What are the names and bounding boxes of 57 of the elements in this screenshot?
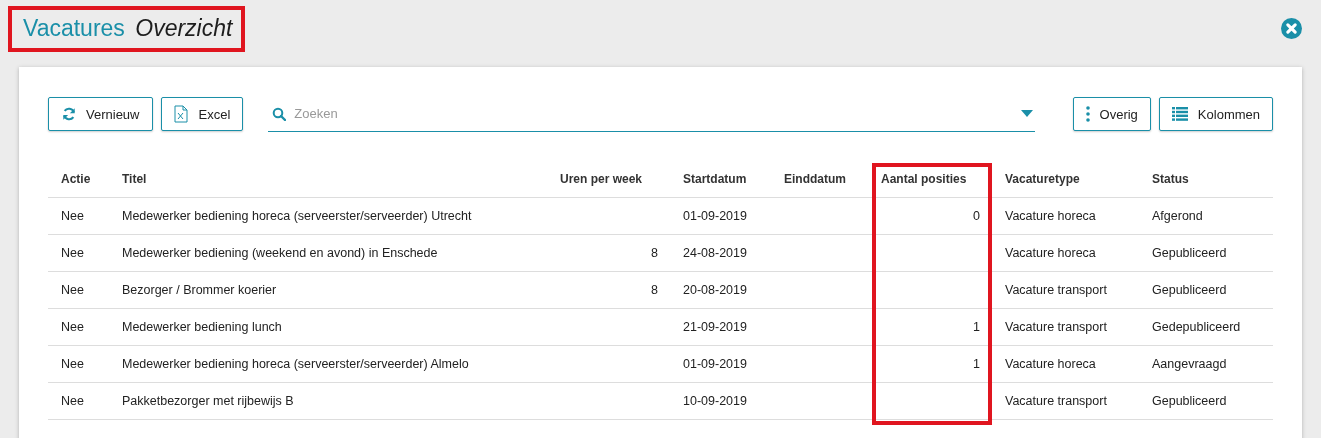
table-cell: Afgerond	[1152, 209, 1203, 223]
vertical-dots-icon	[1085, 106, 1090, 122]
table-cell: 0	[973, 209, 980, 223]
search-input[interactable]: Zoeken	[292, 105, 1015, 122]
spreadsheet-file-icon	[174, 105, 189, 123]
column-header[interactable]: Einddatum	[771, 172, 868, 186]
more-button[interactable]: Overig	[1072, 97, 1151, 131]
dropdown-caret-icon[interactable]	[1020, 110, 1033, 117]
table-cell: 8	[651, 283, 658, 297]
table-cell: Nee	[61, 209, 84, 223]
table-cell: Vacature horeca	[1005, 246, 1096, 260]
column-header[interactable]: Vacaturetype	[992, 172, 1139, 186]
table-cell: Gepubliceerd	[1152, 246, 1227, 260]
table-cell: 24-08-2019	[683, 246, 747, 260]
table-cell: Nee	[61, 283, 84, 297]
table-cell: Medewerker bediening (weekend en avond) in Enschede	[122, 246, 438, 260]
search-icon	[272, 106, 287, 121]
table-cell: Vacature transport	[1005, 320, 1107, 334]
table-cell: 1	[973, 357, 980, 371]
column-header[interactable]: Actie	[48, 172, 109, 186]
table-cell: Gepubliceerd	[1152, 394, 1227, 408]
table-cell: Nee	[61, 357, 84, 371]
table-cell: Nee	[61, 246, 84, 260]
column-header[interactable]: Aantal posities	[868, 172, 992, 186]
table-cell: 20-08-2019	[683, 283, 747, 297]
table-cell: 01-09-2019	[683, 209, 747, 223]
list-icon	[1171, 107, 1188, 121]
table-cell: 1	[973, 320, 980, 334]
column-header[interactable]: Uren per week	[547, 172, 670, 186]
table-cell: Aangevraagd	[1152, 357, 1227, 371]
table-cell: Bezorger / Brommer koerier	[122, 283, 277, 297]
columns-button[interactable]: Kolommen	[1158, 97, 1273, 131]
table-cell: Gedepubliceerd	[1152, 320, 1241, 334]
table-cell: Nee	[61, 394, 84, 408]
column-header[interactable]: Titel	[109, 172, 547, 186]
excel-button[interactable]: Excel	[161, 97, 244, 131]
page-title: Vacatures Overzicht	[8, 6, 246, 52]
column-header[interactable]: Status	[1139, 172, 1272, 186]
table-cell: 21-09-2019	[683, 320, 747, 334]
table-cell: Medewerker bediening lunch	[122, 320, 282, 334]
table-cell: Vacature transport	[1005, 283, 1107, 297]
table-cell: Nee	[61, 320, 84, 334]
table-cell: 10-09-2019	[683, 394, 747, 408]
table-cell: Vacature horeca	[1005, 357, 1096, 371]
table-cell: 8	[651, 246, 658, 260]
table-cell: 01-09-2019	[683, 357, 747, 371]
table-cell: Gepubliceerd	[1152, 283, 1227, 297]
refresh-button[interactable]: Vernieuw	[48, 97, 154, 131]
search-field[interactable]: Zoeken	[268, 96, 1035, 132]
column-header[interactable]: Startdatum	[670, 172, 771, 186]
table-cell: Vacature transport	[1005, 394, 1107, 408]
close-icon[interactable]	[1281, 17, 1302, 39]
table-cell: Medewerker bediening horeca (serveerster/serveerder) Utrecht	[122, 209, 472, 223]
table-cell: Medewerker bediening horeca (serveerster/serveerder) Almelo	[122, 357, 469, 371]
table-cell: Vacature horeca	[1005, 209, 1096, 223]
table-cell: Pakketbezorger met rijbewijs B	[122, 394, 294, 408]
refresh-icon	[62, 107, 76, 121]
